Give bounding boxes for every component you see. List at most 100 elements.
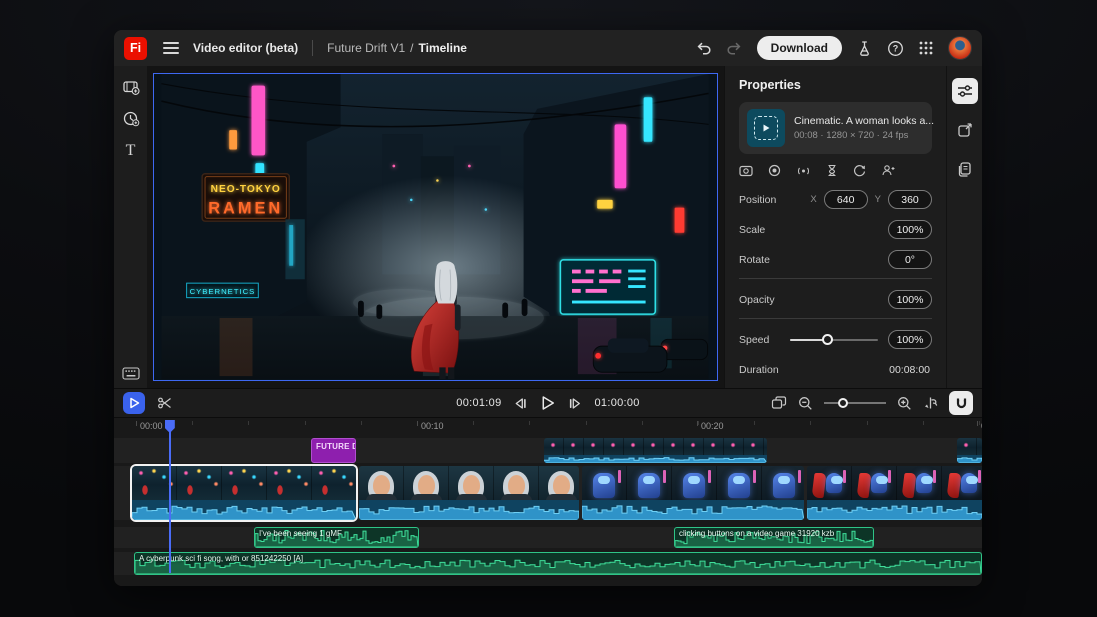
breadcrumb-separator: / [410, 41, 413, 55]
extend-clock-icon[interactable] [122, 110, 140, 128]
split-scissors-icon[interactable] [157, 395, 173, 411]
speed-row: Speed 100% [739, 330, 932, 349]
clip-frame-thumbnail [644, 438, 664, 455]
right-toolbar [946, 66, 982, 388]
ruler-label: 00:00 [140, 421, 163, 431]
clip-frame-thumbnail [584, 438, 604, 455]
ruler-tick [586, 421, 587, 425]
clip-frame-thumbnail [672, 466, 717, 500]
selected-clip-card[interactable]: Cinematic. A woman looks a... v.ffgenvid… [739, 102, 932, 154]
help-icon[interactable]: ? [887, 40, 904, 57]
video-clip[interactable] [132, 466, 356, 520]
zoom-slider-knob[interactable] [838, 398, 848, 408]
zoom-out-icon[interactable] [798, 396, 813, 411]
audio-clip[interactable]: A cyberpunk sci fi song, with or 8512422… [134, 552, 982, 575]
text-clip[interactable]: FUTURE DRIFT [311, 438, 356, 463]
download-button[interactable]: Download [757, 36, 842, 60]
text-tool-icon[interactable]: T [126, 142, 136, 160]
video-clip[interactable] [807, 466, 982, 520]
y-axis-label: Y [875, 194, 881, 205]
desktop-background: Fi Video editor (beta) Future Drift V1 /… [0, 0, 1097, 617]
export-frame-button[interactable] [952, 117, 978, 143]
play-button[interactable] [541, 395, 556, 411]
cyberpunk-scene: NEO-TOKYO RAMEN CYBERNETICS [154, 74, 716, 379]
clip-frame-thumbnail [957, 438, 977, 455]
redo-icon[interactable] [726, 40, 743, 57]
select-tool-button[interactable] [123, 392, 145, 414]
video-clip[interactable] [957, 438, 982, 463]
step-back-icon[interactable] [514, 397, 529, 410]
timeline-zoom-slider[interactable] [824, 397, 886, 409]
ruler-major-tick [417, 421, 418, 426]
hamburger-menu-icon[interactable] [163, 42, 179, 54]
clip-frame-thumbnail [267, 466, 312, 500]
video-clip[interactable] [359, 466, 579, 520]
speed-slider[interactable] [790, 334, 878, 346]
clip-frame-thumbnail [942, 466, 982, 500]
ruler-tick [305, 421, 306, 425]
scroll-to-playhead-icon[interactable] [923, 396, 938, 410]
opacity-input[interactable]: 100% [888, 290, 932, 309]
ruler-tick [248, 421, 249, 425]
user-avatar[interactable] [948, 36, 972, 60]
mask-icon[interactable] [768, 164, 781, 177]
properties-tab-button[interactable] [952, 78, 978, 104]
rotate-input[interactable]: 0° [888, 250, 932, 269]
left-toolbar: T [114, 66, 147, 388]
firefly-logo[interactable]: Fi [124, 37, 147, 60]
clip-frame-thumbnail [604, 438, 624, 455]
snapping-magnet-toggle[interactable] [949, 391, 973, 415]
audio-clip-label: A cyberpunk sci fi song, with or 8512422… [139, 554, 303, 563]
preview-area: NEO-TOKYO RAMEN CYBERNETICS [147, 66, 724, 388]
position-x-input[interactable]: 640 [824, 190, 868, 209]
sign-text-neo-tokyo: NEO-TOKYO [211, 184, 281, 195]
clip-frame-thumbnail [404, 466, 449, 500]
audio-clip[interactable]: clicking buttons on a video game 31920 k… [674, 527, 874, 548]
clip-audio-waveform [957, 455, 982, 463]
fit-timeline-icon[interactable] [771, 396, 787, 410]
versions-panel-button[interactable] [952, 156, 978, 182]
top-bar: Fi Video editor (beta) Future Drift V1 /… [114, 30, 982, 66]
clip-frame-thumbnail [977, 438, 982, 455]
audio-detach-icon[interactable] [796, 165, 811, 177]
zoom-in-icon[interactable] [897, 396, 912, 411]
audio-clip-label: I've been seeing 1 gMF [259, 529, 342, 538]
regenerate-icon[interactable] [853, 164, 866, 177]
clip-frame-thumbnail [724, 438, 744, 455]
audio-clip[interactable]: I've been seeing 1 gMF [254, 527, 419, 548]
scale-input[interactable]: 100% [888, 220, 932, 239]
video-clip[interactable] [544, 438, 767, 463]
video-preview-canvas[interactable]: NEO-TOKYO RAMEN CYBERNETICS [153, 73, 718, 381]
keyboard-shortcuts-icon[interactable] [122, 367, 140, 380]
apps-grid-icon[interactable] [918, 40, 934, 56]
ruler-tick [529, 421, 530, 425]
speed-input[interactable]: 100% [888, 330, 932, 349]
x-axis-label: X [810, 194, 816, 205]
timeline[interactable]: 00:0000:1000:2000:30 FUTURE DRIFT I've be… [114, 418, 982, 586]
clip-frame-thumbnail [564, 438, 584, 455]
position-y-input[interactable]: 360 [888, 190, 932, 209]
undo-icon[interactable] [695, 40, 712, 57]
breadcrumb-project[interactable]: Future Drift V1 [327, 41, 405, 55]
add-media-icon[interactable] [122, 78, 140, 96]
sign-text-ramen: RAMEN [208, 199, 283, 217]
person-cutout-icon[interactable] [881, 164, 895, 177]
timeline-ruler[interactable]: 00:0000:1000:2000:30 [114, 420, 982, 434]
clip-frame-thumbnail [222, 466, 267, 500]
duration-hourglass-icon[interactable] [826, 164, 838, 177]
divider [312, 40, 313, 56]
beaker-icon[interactable] [856, 40, 873, 57]
clip-frame-thumbnail [539, 466, 579, 500]
clip-frame-thumbnail [177, 466, 222, 500]
sign-text-cybernetics: CYBERNETICS [190, 287, 256, 296]
video-clip[interactable] [582, 466, 804, 520]
reframe-icon[interactable] [739, 165, 753, 177]
rotate-row: Rotate 0° [739, 250, 932, 269]
clip-audio-waveform [359, 500, 579, 520]
right-billboard [560, 260, 655, 314]
clip-frame-thumbnail [897, 466, 942, 500]
step-forward-icon[interactable] [568, 397, 583, 410]
scale-row: Scale 100% [739, 220, 932, 239]
speed-slider-knob[interactable] [822, 334, 833, 345]
speed-label: Speed [739, 334, 769, 346]
